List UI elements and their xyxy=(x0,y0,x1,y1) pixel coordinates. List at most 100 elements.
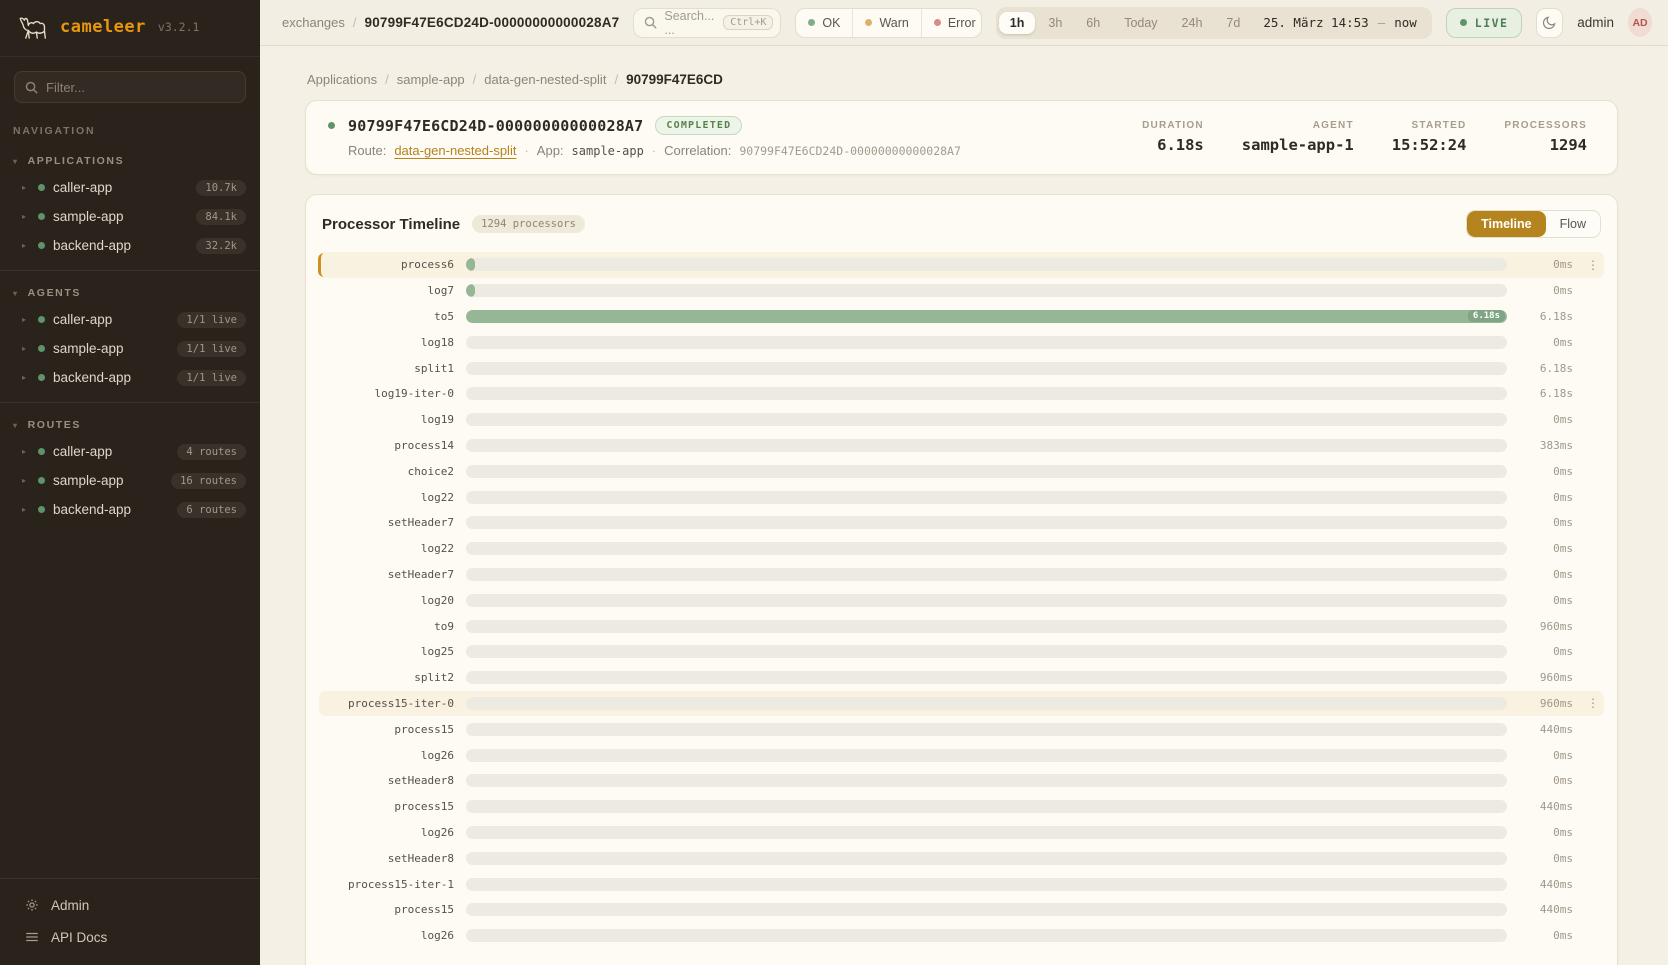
time-range-24h[interactable]: 24h xyxy=(1171,12,1214,34)
user-name[interactable]: admin xyxy=(1577,15,1614,30)
view-tab-flow[interactable]: Flow xyxy=(1546,211,1600,237)
view-tab-timeline[interactable]: Timeline xyxy=(1467,211,1545,237)
date-range[interactable]: 25. März 14:53 — now xyxy=(1253,15,1428,30)
sidebar-item-caller-app[interactable]: ▸caller-app10.7k xyxy=(0,173,260,202)
sidebar-filter[interactable] xyxy=(14,71,246,103)
processor-name[interactable]: to9 xyxy=(326,620,454,633)
processor-name[interactable]: log20 xyxy=(326,594,454,607)
route-link[interactable]: data-gen-nested-split xyxy=(394,143,516,158)
processor-name[interactable]: process15-iter-1 xyxy=(326,878,454,891)
processor-name[interactable]: process15 xyxy=(326,723,454,736)
duration-track[interactable] xyxy=(466,336,1507,349)
sidebar-item-sample-app[interactable]: ▸sample-app84.1k xyxy=(0,202,260,231)
status-filter-ok[interactable]: OK xyxy=(796,9,853,37)
sidebar-item-label: backend-app xyxy=(53,502,131,517)
processor-name[interactable]: log26 xyxy=(326,749,454,762)
processor-name[interactable]: log18 xyxy=(326,336,454,349)
time-range-3h[interactable]: 3h xyxy=(1037,12,1073,34)
time-range-today[interactable]: Today xyxy=(1113,12,1168,34)
sidebar-item-sample-app[interactable]: ▸sample-app16 routes xyxy=(0,466,260,495)
status-filter-error[interactable]: Error xyxy=(922,9,982,37)
duration-track[interactable] xyxy=(466,723,1507,736)
duration-track[interactable] xyxy=(466,826,1507,839)
duration-track[interactable] xyxy=(466,903,1507,916)
breadcrumb-item-sample-app[interactable]: sample-app xyxy=(397,72,465,87)
duration-track[interactable] xyxy=(466,697,1507,710)
processor-name[interactable]: setHeader7 xyxy=(326,516,454,529)
processor-name[interactable]: process6 xyxy=(326,258,454,271)
duration-track[interactable] xyxy=(466,852,1507,865)
duration-track[interactable] xyxy=(466,439,1507,452)
app-logo[interactable]: cameleer v3.2.1 xyxy=(0,0,260,57)
sidebar-item-api-docs[interactable]: API Docs xyxy=(0,921,260,953)
duration-track[interactable] xyxy=(466,594,1507,607)
stat-started: STARTED15:52:24 xyxy=(1392,120,1467,154)
processor-name[interactable]: process15 xyxy=(326,800,454,813)
duration-track[interactable] xyxy=(466,465,1507,478)
search-icon xyxy=(644,16,657,29)
avatar[interactable]: AD xyxy=(1628,8,1652,37)
processor-name[interactable]: log7 xyxy=(326,284,454,297)
duration-track[interactable] xyxy=(466,542,1507,555)
processor-name[interactable]: log22 xyxy=(326,491,454,504)
processor-name[interactable]: log26 xyxy=(326,929,454,942)
global-search[interactable]: Search... ... Ctrl+K xyxy=(633,8,781,38)
processor-name[interactable]: setHeader8 xyxy=(326,852,454,865)
sidebar-item-caller-app[interactable]: ▸caller-app1/1 live xyxy=(0,305,260,334)
duration-track[interactable] xyxy=(466,491,1507,504)
duration-track[interactable] xyxy=(466,258,1507,271)
duration-track[interactable] xyxy=(466,645,1507,658)
duration-track[interactable] xyxy=(466,749,1507,762)
duration-track[interactable] xyxy=(466,620,1507,633)
sidebar-item-sample-app[interactable]: ▸sample-app1/1 live xyxy=(0,334,260,363)
sidebar-item-backend-app[interactable]: ▸backend-app32.2k xyxy=(0,231,260,260)
duration-track[interactable] xyxy=(466,929,1507,942)
duration-track[interactable] xyxy=(466,516,1507,529)
processor-name[interactable]: to5 xyxy=(326,310,454,323)
processor-name[interactable]: log26 xyxy=(326,826,454,839)
processor-name[interactable]: split2 xyxy=(326,671,454,684)
processor-name[interactable]: process15 xyxy=(326,903,454,916)
processor-name[interactable]: process15-iter-0 xyxy=(326,697,454,710)
sidebar-item-caller-app[interactable]: ▸caller-app4 routes xyxy=(0,437,260,466)
section-header-routes[interactable]: ▾ROUTES xyxy=(0,411,260,437)
kebab-menu-icon[interactable]: ⋮ xyxy=(1585,258,1601,272)
section-header-agents[interactable]: ▾AGENTS xyxy=(0,279,260,305)
processor-name[interactable]: split1 xyxy=(326,362,454,375)
duration-track[interactable] xyxy=(466,878,1507,891)
processor-name[interactable]: log19-iter-0 xyxy=(326,387,454,400)
duration-track[interactable] xyxy=(466,413,1507,426)
processor-name[interactable]: log22 xyxy=(326,542,454,555)
processor-name[interactable]: setHeader7 xyxy=(326,568,454,581)
duration-track[interactable] xyxy=(466,568,1507,581)
kebab-menu-icon[interactable]: ⋮ xyxy=(1585,696,1601,710)
sidebar-item-backend-app[interactable]: ▸backend-app1/1 live xyxy=(0,363,260,392)
duration-track[interactable]: 6.18s xyxy=(466,310,1507,323)
duration-track[interactable] xyxy=(466,284,1507,297)
duration-track[interactable] xyxy=(466,800,1507,813)
status-filter-warn[interactable]: Warn xyxy=(853,9,921,37)
timeline-row-log20: log200ms⋮ xyxy=(319,587,1604,613)
breadcrumb-section[interactable]: exchanges xyxy=(282,15,345,30)
processor-name[interactable]: process14 xyxy=(326,439,454,452)
time-range-6h[interactable]: 6h xyxy=(1075,12,1111,34)
section-header-applications[interactable]: ▾APPLICATIONS xyxy=(0,147,260,173)
processor-name[interactable]: log25 xyxy=(326,645,454,658)
theme-toggle[interactable] xyxy=(1536,8,1563,38)
breadcrumb-item-data-gen-nested-split[interactable]: data-gen-nested-split xyxy=(484,72,606,87)
breadcrumb-item-applications[interactable]: Applications xyxy=(307,72,377,87)
live-toggle[interactable]: LIVE xyxy=(1446,8,1523,38)
app-name: cameleer xyxy=(60,17,146,37)
duration-track[interactable] xyxy=(466,671,1507,684)
processor-name[interactable]: setHeader8 xyxy=(326,774,454,787)
time-range-1h[interactable]: 1h xyxy=(999,12,1036,34)
filter-input[interactable] xyxy=(46,80,235,95)
processor-name[interactable]: choice2 xyxy=(326,465,454,478)
duration-track[interactable] xyxy=(466,387,1507,400)
sidebar-item-admin[interactable]: Admin xyxy=(0,889,260,921)
processor-name[interactable]: log19 xyxy=(326,413,454,426)
time-range-7d[interactable]: 7d xyxy=(1215,12,1251,34)
sidebar-item-backend-app[interactable]: ▸backend-app6 routes xyxy=(0,495,260,524)
duration-track[interactable] xyxy=(466,774,1507,787)
duration-track[interactable] xyxy=(466,362,1507,375)
